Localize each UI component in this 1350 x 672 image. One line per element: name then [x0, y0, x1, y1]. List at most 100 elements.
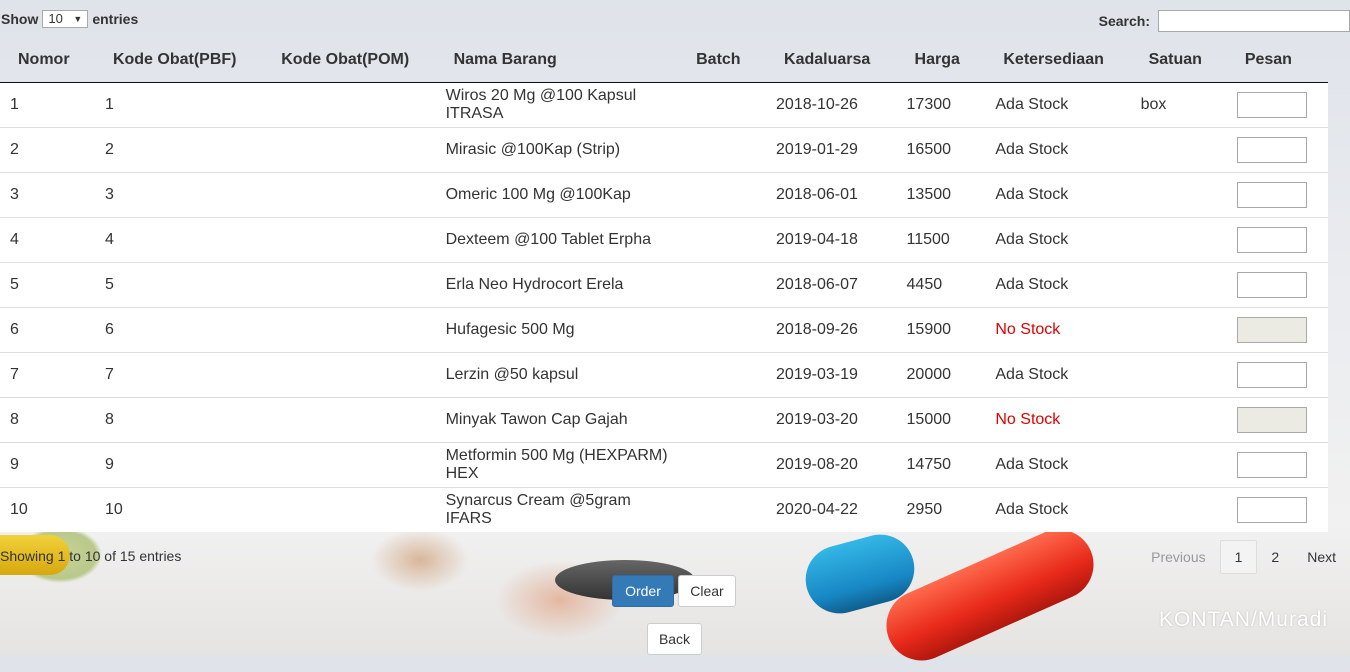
header-harga[interactable]: Harga — [896, 38, 986, 83]
clear-button[interactable]: Clear — [678, 575, 736, 607]
cell-nama-barang: Erla Neo Hydrocort Erela — [435, 262, 679, 308]
cell-ketersediaan: No Stock — [985, 307, 1131, 353]
header-ketersediaan[interactable]: Ketersediaan — [985, 38, 1131, 83]
cell-nomor: 8 — [0, 397, 95, 443]
cell-kode-pbf: 10 — [94, 487, 264, 532]
page-button-1[interactable]: 1 — [1219, 540, 1258, 574]
table-row: 3 3 Omeric 100 Mg @100Kap 2018-06-01 13500 Ad… — [0, 172, 1328, 218]
entries-select[interactable]: 10 ▼ — [42, 10, 89, 28]
cell-ketersediaan: Ada Stock — [985, 217, 1131, 263]
cell-kode-pom — [263, 127, 436, 173]
cell-nama-barang: Minyak Tawon Cap Gajah — [435, 397, 679, 443]
next-page-button[interactable]: Next — [1293, 541, 1350, 573]
header-kode-pom[interactable]: Kode Obat(POM) — [263, 38, 436, 83]
cell-pesan — [1226, 442, 1328, 488]
table-row: 1 1 Wiros 20 Mg @100 Kapsul ITRASA 2018-10-… — [0, 82, 1328, 128]
table-row: 8 8 Minyak Tawon Cap Gajah 2019-03-20 15000 N… — [0, 397, 1328, 443]
pagination: Previous 1 2 Next — [1137, 540, 1350, 574]
cell-satuan — [1130, 172, 1227, 218]
cell-ketersediaan: Ada Stock — [985, 127, 1131, 173]
cell-kode-pom — [263, 217, 436, 263]
cell-nama-barang: Metformin 500 Mg (HEXPARM) HEX — [435, 442, 679, 488]
cell-batch — [678, 397, 767, 443]
cell-kode-pbf: 7 — [94, 352, 264, 398]
cell-kode-pom — [263, 82, 436, 128]
cell-ketersediaan: Ada Stock — [985, 172, 1131, 218]
cell-harga: 4450 — [896, 262, 986, 308]
cell-nomor: 3 — [0, 172, 95, 218]
order-quantity-input[interactable] — [1236, 452, 1307, 478]
order-quantity-input — [1236, 317, 1307, 343]
cell-kadaluarsa: 2019-04-18 — [766, 217, 897, 263]
cell-satuan — [1130, 217, 1227, 263]
cell-kode-pbf: 8 — [94, 397, 264, 443]
cell-kode-pom — [263, 397, 436, 443]
table-row: 2 2 Mirasic @100Kap (Strip) 2019-01-29 16500… — [0, 127, 1328, 173]
cell-kode-pbf: 6 — [94, 307, 264, 353]
cell-nama-barang: Wiros 20 Mg @100 Kapsul ITRASA — [435, 82, 679, 128]
cell-ketersediaan: Ada Stock — [985, 352, 1131, 398]
header-nama-barang[interactable]: Nama Barang — [435, 38, 679, 83]
cell-nama-barang: Omeric 100 Mg @100Kap — [435, 172, 679, 218]
search-label: Search: — [1098, 13, 1150, 29]
cell-kode-pbf: 2 — [94, 127, 264, 173]
table-controls: Show 10 ▼ entries Search: — [0, 8, 1350, 36]
cell-batch — [678, 127, 767, 173]
length-prefix: Show — [1, 11, 39, 27]
cell-harga: 15000 — [896, 397, 986, 443]
order-quantity-input[interactable] — [1236, 92, 1307, 118]
table-header-row: Nomor Kode Obat(PBF) Kode Obat(POM) Nama Ba… — [0, 38, 1328, 83]
order-quantity-input[interactable] — [1236, 362, 1307, 388]
cell-kadaluarsa: 2019-03-20 — [766, 397, 897, 443]
header-batch[interactable]: Batch — [678, 38, 767, 83]
header-kadaluarsa[interactable]: Kadaluarsa — [766, 38, 897, 83]
cell-kode-pbf: 1 — [94, 82, 264, 128]
cell-ketersediaan: Ada Stock — [985, 487, 1131, 532]
cell-kode-pom — [263, 352, 436, 398]
medicine-table: Nomor Kode Obat(PBF) Kode Obat(POM) Nama Ba… — [0, 38, 1328, 532]
cell-nama-barang: Dexteem @100 Tablet Erpha — [435, 217, 679, 263]
entries-select-value: 10 — [48, 11, 63, 26]
cell-nomor: 6 — [0, 307, 95, 353]
cell-harga: 2950 — [896, 487, 986, 532]
cell-pesan — [1226, 307, 1328, 353]
cell-kode-pom — [263, 307, 436, 353]
cell-pesan — [1226, 82, 1328, 128]
header-pesan[interactable]: Pesan — [1226, 38, 1328, 83]
cell-kode-pom — [263, 262, 436, 308]
cell-batch — [678, 217, 767, 263]
photo-watermark: KONTAN/Muradi — [1159, 608, 1328, 631]
header-nomor[interactable]: Nomor — [0, 38, 95, 83]
cell-nomor: 2 — [0, 127, 95, 173]
cell-kadaluarsa: 2020-04-22 — [766, 487, 897, 532]
cell-harga: 20000 — [896, 352, 986, 398]
cell-kode-pbf: 5 — [94, 262, 264, 308]
length-menu: Show 10 ▼ entries — [1, 10, 138, 28]
order-quantity-input[interactable] — [1236, 137, 1307, 163]
header-kode-pbf[interactable]: Kode Obat(PBF) — [94, 38, 264, 83]
cell-pesan — [1226, 262, 1328, 308]
cell-batch — [678, 442, 767, 488]
header-satuan[interactable]: Satuan — [1130, 38, 1227, 83]
order-quantity-input[interactable] — [1236, 182, 1307, 208]
search-input[interactable] — [1158, 10, 1350, 32]
cell-nomor: 4 — [0, 217, 95, 263]
order-quantity-input[interactable] — [1236, 497, 1307, 523]
previous-page-button[interactable]: Previous — [1137, 541, 1219, 573]
order-button[interactable]: Order — [612, 575, 674, 607]
cell-nomor: 5 — [0, 262, 95, 308]
table-body: 1 1 Wiros 20 Mg @100 Kapsul ITRASA 2018-10-… — [0, 82, 1328, 532]
cell-kode-pom — [263, 442, 436, 488]
table-row: 6 6 Hufagesic 500 Mg 2018-09-26 15900 No Stoc… — [0, 307, 1328, 353]
cell-harga: 15900 — [896, 307, 986, 353]
cell-pesan — [1226, 127, 1328, 173]
cell-ketersediaan: Ada Stock — [985, 442, 1131, 488]
cell-batch — [678, 82, 767, 128]
length-suffix: entries — [92, 11, 139, 27]
cell-batch — [678, 307, 767, 353]
order-quantity-input[interactable] — [1236, 272, 1307, 298]
order-quantity-input[interactable] — [1236, 227, 1307, 253]
page-button-2[interactable]: 2 — [1257, 541, 1293, 573]
cell-kadaluarsa: 2018-06-07 — [766, 262, 897, 308]
back-button[interactable]: Back — [647, 623, 702, 655]
